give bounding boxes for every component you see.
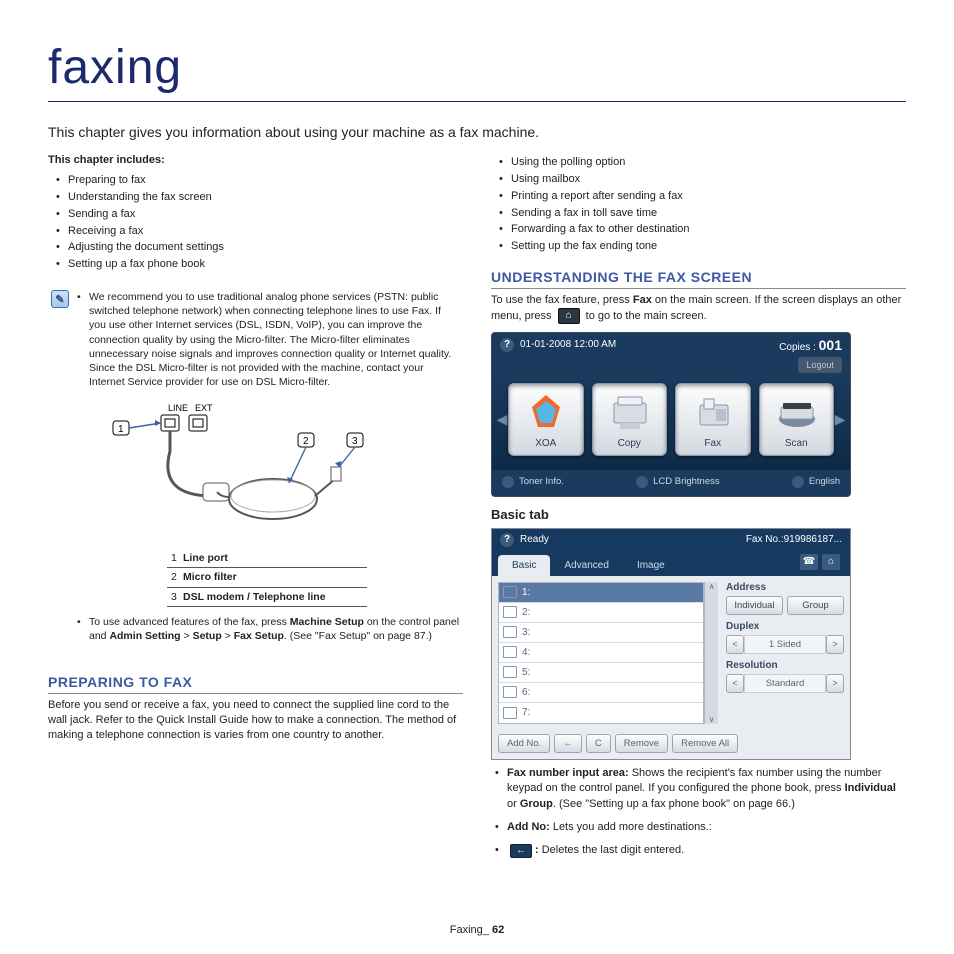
- toner-info-button[interactable]: Toner Info.: [502, 476, 564, 488]
- left-column: This chapter includes: Preparing to fax …: [48, 154, 463, 867]
- list-item[interactable]: 3:: [499, 623, 703, 643]
- duplex-label: Duplex: [726, 621, 844, 632]
- chapter-intro: This chapter gives you information about…: [48, 124, 906, 140]
- app-card-scan[interactable]: Scan: [759, 383, 835, 456]
- duplex-value: 1 Sided: [744, 635, 826, 654]
- app-card-fax[interactable]: Fax: [675, 383, 751, 456]
- list-item[interactable]: 2:: [499, 603, 703, 623]
- page-footer: Faxing_ 62: [0, 924, 954, 936]
- fax-number-label: Fax No.:919986187...: [746, 534, 842, 545]
- home-icon: ⌂: [558, 308, 580, 324]
- carousel-left-icon[interactable]: ◀: [496, 394, 508, 444]
- tab-advanced[interactable]: Advanced: [550, 555, 622, 576]
- help-icon[interactable]: ?: [500, 338, 514, 352]
- note-item: We recommend you to use traditional anal…: [77, 290, 460, 395]
- home-icon[interactable]: ⌂: [822, 554, 840, 570]
- language-button[interactable]: English: [792, 476, 840, 488]
- microfilter-diagram: LINE EXT 1: [103, 401, 373, 541]
- section-understanding-heading: UNDERSTANDING THE FAX SCREEN: [491, 269, 906, 289]
- section-preparing-heading: PREPARING TO FAX: [48, 674, 463, 694]
- fax-icon: [692, 392, 734, 434]
- basic-tab-notes: Fax number input area: Shows the recipie…: [491, 766, 906, 867]
- toc-item: Setting up the fax ending tone: [499, 238, 906, 255]
- toc-item: Receiving a fax: [56, 223, 463, 240]
- diagram-legend: 1Line port 2Micro filter 3DSL modem / Te…: [167, 549, 367, 607]
- toner-icon: [502, 476, 514, 488]
- toc-item: Forwarding a fax to other destination: [499, 221, 906, 238]
- toc-item: Understanding the fax screen: [56, 189, 463, 206]
- note-fax-input: Fax number input area: Shows the recipie…: [495, 766, 906, 820]
- app-card-copy[interactable]: Copy: [592, 383, 668, 456]
- duplex-next-button[interactable]: >: [826, 635, 844, 654]
- toc-left: Preparing to fax Understanding the fax s…: [48, 172, 463, 273]
- scanner-icon: [775, 392, 817, 434]
- includes-heading: This chapter includes:: [48, 154, 463, 166]
- svg-text:1: 1: [118, 424, 124, 435]
- understanding-paragraph: To use the fax feature, press Fax on the…: [491, 293, 906, 324]
- individual-button[interactable]: Individual: [726, 596, 783, 615]
- remove-all-button[interactable]: Remove All: [672, 734, 738, 753]
- toc-item: Using mailbox: [499, 171, 906, 188]
- basic-tab-heading: Basic tab: [491, 507, 906, 522]
- xoa-icon: [525, 392, 567, 434]
- note-add-no: Add No: Lets you add more destinations.:: [495, 820, 906, 843]
- group-button[interactable]: Group: [787, 596, 844, 615]
- remove-button[interactable]: Remove: [615, 734, 668, 753]
- note-item: To use advanced features of the fax, pre…: [77, 615, 460, 649]
- tab-image[interactable]: Image: [623, 555, 679, 576]
- diagram-label-ext: EXT: [195, 403, 213, 413]
- clear-button[interactable]: C: [586, 734, 611, 753]
- copies-indicator: Copies : 001: [779, 337, 842, 353]
- carousel-right-icon[interactable]: ▶: [834, 394, 846, 444]
- list-scrollbar[interactable]: ∧∨: [704, 582, 718, 724]
- copier-icon: [608, 392, 650, 434]
- title-rule: [48, 101, 906, 102]
- note-backspace: ←: Deletes the last digit entered.: [495, 843, 906, 866]
- backspace-icon: ←: [510, 844, 532, 858]
- main-screen-screenshot: ? 01-01-2008 12:00 AM Copies : 001 Logou…: [491, 332, 851, 497]
- address-label: Address: [726, 582, 844, 593]
- duplex-prev-button[interactable]: <: [726, 635, 744, 654]
- list-item[interactable]: 6:: [499, 683, 703, 703]
- toc-item: Printing a report after sending a fax: [499, 188, 906, 205]
- add-no-button[interactable]: Add No.: [498, 734, 550, 753]
- resolution-value: Standard: [744, 674, 826, 693]
- backspace-button[interactable]: ←: [554, 734, 582, 753]
- help-icon[interactable]: ?: [500, 533, 514, 547]
- app-card-xoa[interactable]: XOA: [508, 383, 584, 456]
- resolution-prev-button[interactable]: <: [726, 674, 744, 693]
- preparing-paragraph: Before you send or receive a fax, you ne…: [48, 698, 463, 743]
- lcd-brightness-button[interactable]: LCD Brightness: [636, 476, 720, 488]
- list-item[interactable]: 5:: [499, 663, 703, 683]
- brightness-icon: [636, 476, 648, 488]
- recipient-list: 1: 2: 3: 4: 5: 6: 7:: [498, 582, 704, 724]
- basic-tab-screenshot: ? Ready Fax No.:919986187... Basic Advan…: [491, 528, 851, 760]
- toc-item: Using the polling option: [499, 154, 906, 171]
- note-box: ✎ We recommend you to use traditional an…: [48, 285, 463, 660]
- status-label: Ready: [520, 534, 549, 545]
- globe-icon: [792, 476, 804, 488]
- phonebook-icon[interactable]: ☎: [800, 554, 818, 570]
- toc-item: Sending a fax in toll save time: [499, 205, 906, 222]
- datetime-label: 01-01-2008 12:00 AM: [520, 339, 616, 350]
- tab-basic[interactable]: Basic: [498, 555, 550, 576]
- toc-item: Preparing to fax: [56, 172, 463, 189]
- svg-text:3: 3: [352, 436, 358, 447]
- toc-item: Setting up a fax phone book: [56, 256, 463, 273]
- right-column: Using the polling option Using mailbox P…: [491, 154, 906, 867]
- page-title: faxing: [48, 40, 906, 95]
- list-item[interactable]: 4:: [499, 643, 703, 663]
- note-icon: ✎: [51, 290, 69, 308]
- resolution-label: Resolution: [726, 660, 844, 671]
- resolution-next-button[interactable]: >: [826, 674, 844, 693]
- toc-item: Sending a fax: [56, 206, 463, 223]
- svg-text:2: 2: [303, 436, 309, 447]
- diagram-label-line: LINE: [168, 403, 188, 413]
- toc-item: Adjusting the document settings: [56, 239, 463, 256]
- toc-right: Using the polling option Using mailbox P…: [491, 154, 906, 255]
- list-item[interactable]: 1:: [499, 583, 703, 603]
- list-item[interactable]: 7:: [499, 703, 703, 723]
- logout-button[interactable]: Logout: [798, 357, 842, 373]
